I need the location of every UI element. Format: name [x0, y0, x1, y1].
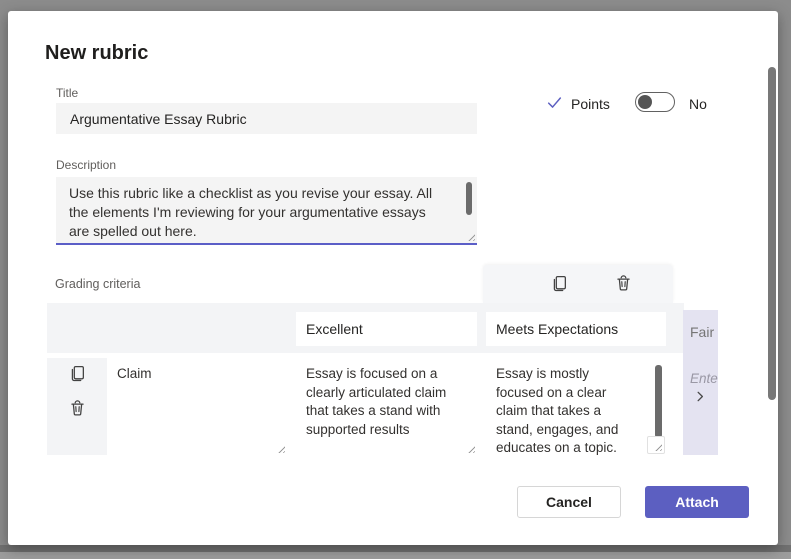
- cancel-button[interactable]: Cancel: [517, 486, 621, 518]
- cell-resize-grip-box: [647, 436, 665, 454]
- cell-resize-grip[interactable]: [276, 444, 285, 453]
- criterion-cell-excellent[interactable]: Essay is focused on a clearly articulate…: [296, 358, 477, 455]
- copy-icon[interactable]: [551, 275, 568, 292]
- column-actions-toolbar: [483, 265, 673, 303]
- row-actions-gutter: [47, 358, 107, 455]
- cell-scrollbar[interactable]: [655, 365, 662, 438]
- criterion-cell-meets-expectations[interactable]: Essay is mostly focused on a clear claim…: [486, 358, 666, 455]
- chevron-right-icon[interactable]: [693, 389, 708, 404]
- criterion-text-excellent: Essay is focused on a clearly articulate…: [296, 358, 477, 439]
- points-toggle-state: No: [689, 96, 707, 112]
- backdrop-edge-light: [0, 552, 791, 559]
- copy-icon[interactable]: [69, 365, 86, 382]
- trash-icon[interactable]: [69, 400, 86, 417]
- title-field-label: Title: [56, 86, 78, 100]
- fair-cell-placeholder: Enter: [690, 371, 718, 386]
- overflow-column-fair: Fair Enter: [683, 310, 718, 455]
- criterion-text-meets-expectations: Essay is mostly focused on a clear claim…: [486, 358, 666, 458]
- description-field-label: Description: [56, 158, 116, 172]
- backdrop-edge-dark: [0, 545, 791, 552]
- points-toggle[interactable]: [635, 92, 675, 112]
- column-header-row: [47, 303, 684, 353]
- column-title-fair: Fair: [690, 324, 714, 340]
- description-text: Use this rubric like a checklist as you …: [56, 177, 477, 241]
- cell-resize-grip[interactable]: [466, 444, 475, 453]
- attach-button[interactable]: Attach: [645, 486, 749, 518]
- dialog-scrollbar[interactable]: [768, 67, 776, 400]
- grading-criteria-label: Grading criteria: [55, 277, 140, 291]
- column-title-input-excellent[interactable]: [296, 312, 477, 346]
- criterion-title-cell[interactable]: Claim: [107, 358, 287, 455]
- title-input[interactable]: [56, 103, 477, 134]
- description-textarea[interactable]: Use this rubric like a checklist as you …: [56, 177, 477, 245]
- trash-icon[interactable]: [615, 275, 632, 292]
- description-scrollbar[interactable]: [466, 182, 472, 215]
- check-icon: [546, 94, 563, 111]
- dialog-title: New rubric: [45, 42, 148, 65]
- criterion-title-text: Claim: [107, 358, 287, 384]
- cell-resize-grip[interactable]: [653, 442, 662, 451]
- new-rubric-dialog: New rubric Title Points No Description U…: [8, 11, 778, 545]
- points-label: Points: [571, 96, 610, 112]
- column-title-input-meets-expectations[interactable]: [486, 312, 666, 346]
- toggle-knob: [638, 95, 652, 109]
